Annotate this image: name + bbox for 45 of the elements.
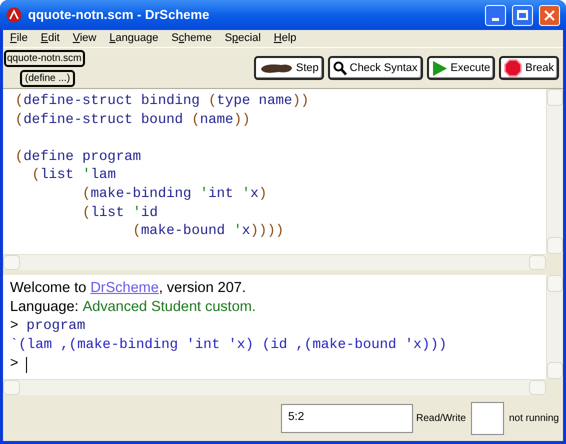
input-text: program <box>26 317 86 336</box>
menu-item[interactable]: File <box>10 30 28 47</box>
code-line: (define-struct bound (name)) <box>15 110 250 130</box>
running-status: not running <box>508 412 559 426</box>
output-text: `(lam ,(make-binding 'int 'x) (id ,(make-bound 'x))) <box>10 336 447 355</box>
menu-item[interactable]: Scheme <box>171 30 212 47</box>
mode-label: Read/Write <box>416 412 466 426</box>
maximize-button[interactable] <box>512 4 533 26</box>
prompt: > <box>10 355 18 374</box>
code-line: (list 'id <box>81 204 158 222</box>
file-name-label[interactable]: qquote-notn.scm <box>4 50 84 67</box>
text-cursor <box>26 356 28 372</box>
close-icon <box>544 10 555 20</box>
horizontal-scrollbar[interactable] <box>3 254 546 270</box>
search-icon <box>332 60 347 76</box>
close-button[interactable] <box>539 4 560 26</box>
menu-item[interactable]: Special <box>224 30 261 47</box>
horizontal-scrollbar[interactable] <box>3 379 546 395</box>
menu-item[interactable]: Help <box>274 30 296 47</box>
code-line: (define program <box>15 148 142 166</box>
toolbar-button[interactable]: Execute <box>426 56 496 80</box>
minimize-button[interactable] <box>485 4 506 26</box>
menu-item[interactable]: View <box>72 30 96 47</box>
vertical-scrollbar[interactable] <box>546 275 563 379</box>
play-icon <box>432 60 448 76</box>
welcome-message: Welcome to DrScheme, version 207. <box>10 279 246 298</box>
code-line: (define-struct binding (type name)) <box>15 92 310 111</box>
drscheme-link[interactable]: DrScheme <box>90 280 159 296</box>
toolbar-button[interactable]: Check Syntax <box>328 56 422 80</box>
stop-icon <box>504 59 522 77</box>
toolbar-button[interactable]: Step <box>254 56 324 80</box>
language-value: Advanced Student custom. <box>82 298 256 317</box>
code-line: (list 'lam <box>30 166 116 185</box>
app-logo-icon <box>6 7 22 23</box>
status-indicator <box>470 402 504 434</box>
language-label: Language: <box>10 298 80 317</box>
position-field: 5:2 <box>281 404 414 432</box>
toolbar-button[interactable]: Break <box>499 56 559 80</box>
prompt: > <box>10 317 18 336</box>
vertical-scrollbar[interactable] <box>546 89 563 254</box>
code-line: (make-binding 'int 'x) <box>81 184 268 204</box>
window-title: qquote-notn.scm - DrScheme <box>28 6 210 24</box>
code-line: (make-bound 'x)))) <box>132 222 284 241</box>
menu-item[interactable]: Edit <box>40 30 60 47</box>
menu-item[interactable]: Language <box>109 30 158 47</box>
